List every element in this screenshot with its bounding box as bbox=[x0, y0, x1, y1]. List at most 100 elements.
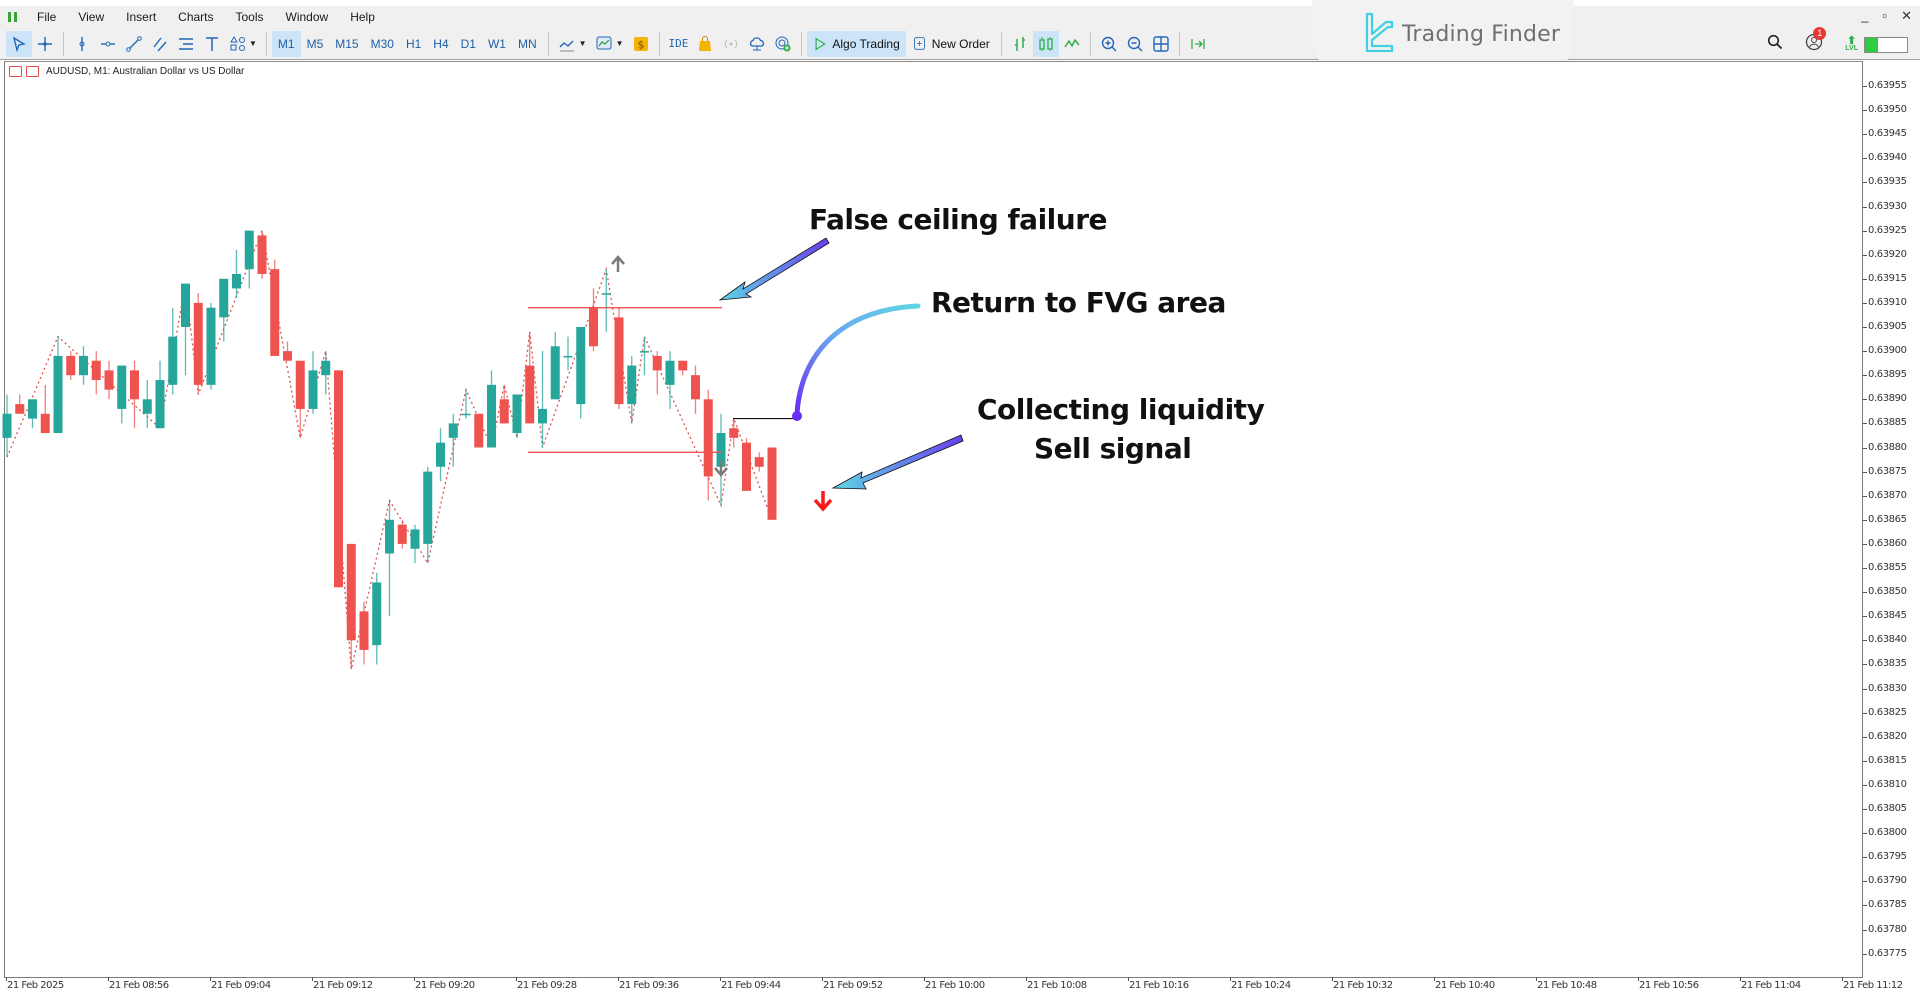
candle-body bbox=[66, 355, 76, 376]
price-label: 0.63830 bbox=[1868, 682, 1907, 694]
bullish-candle bbox=[53, 336, 63, 434]
candle-body bbox=[142, 399, 152, 414]
price-label: 0.63875 bbox=[1868, 465, 1907, 477]
bullish-candle bbox=[512, 394, 522, 438]
bullish-candle bbox=[436, 428, 445, 482]
price-tick bbox=[1863, 158, 1867, 160]
price-tick bbox=[1863, 110, 1867, 112]
time-label: 21 Feb 11:12 bbox=[1843, 980, 1903, 991]
candle-body bbox=[397, 524, 407, 544]
bullish-candle bbox=[181, 283, 190, 376]
price-label: 0.63925 bbox=[1868, 224, 1907, 236]
sell-signal-arrow-icon bbox=[813, 491, 833, 512]
price-tick bbox=[1863, 784, 1867, 786]
bullish-candle bbox=[385, 500, 394, 617]
candle-body bbox=[40, 413, 50, 434]
candle-body bbox=[563, 355, 573, 358]
price-label: 0.63840 bbox=[1868, 634, 1907, 646]
candle-body bbox=[308, 370, 318, 409]
candle-body bbox=[703, 399, 713, 477]
price-label: 0.63810 bbox=[1868, 778, 1907, 790]
candle-body bbox=[678, 360, 688, 371]
candle-body bbox=[219, 278, 229, 318]
price-tick bbox=[1863, 278, 1867, 280]
price-tick bbox=[1863, 302, 1867, 304]
price-label: 0.63895 bbox=[1868, 369, 1907, 381]
candle-body bbox=[91, 360, 101, 381]
bullish-candle bbox=[79, 346, 88, 385]
time-label: 21 Feb 10:32 bbox=[1333, 980, 1393, 991]
bearish-candle bbox=[66, 351, 76, 381]
price-label: 0.63910 bbox=[1868, 296, 1907, 308]
bearish-candle bbox=[346, 543, 356, 670]
bearish-candle bbox=[334, 370, 343, 588]
price-label: 0.63915 bbox=[1868, 272, 1907, 284]
bearish-candle bbox=[729, 418, 739, 448]
price-tick bbox=[1863, 736, 1867, 738]
price-tick bbox=[1863, 833, 1867, 835]
bullish-candle bbox=[716, 413, 726, 506]
bearish-candle bbox=[525, 331, 535, 424]
price-label: 0.63945 bbox=[1868, 128, 1907, 140]
price-tick bbox=[1863, 568, 1867, 569]
candle-body bbox=[487, 384, 496, 448]
candle-body bbox=[117, 365, 127, 409]
bullish-candle bbox=[219, 278, 229, 342]
bullish-candle bbox=[538, 351, 547, 448]
price-label: 0.63905 bbox=[1868, 321, 1907, 332]
candle-body bbox=[665, 360, 675, 385]
time-label: 21 Feb 09:20 bbox=[415, 980, 475, 991]
bearish-candle bbox=[104, 360, 114, 400]
candle-body bbox=[2, 413, 12, 438]
candle-body bbox=[168, 336, 178, 385]
price-label: 0.63845 bbox=[1868, 610, 1907, 622]
annotation-return-fvg: Return to FVG area bbox=[931, 286, 1226, 319]
price-label: 0.63940 bbox=[1868, 152, 1907, 164]
candle-body bbox=[28, 399, 37, 419]
candle-body bbox=[474, 413, 484, 448]
price-tick bbox=[1863, 592, 1867, 594]
bullish-candle bbox=[168, 307, 178, 395]
price-label: 0.63885 bbox=[1868, 417, 1907, 429]
bullish-candle bbox=[550, 331, 560, 400]
bearish-candle bbox=[295, 360, 305, 438]
price-tick bbox=[1863, 375, 1867, 377]
candle-body bbox=[550, 346, 560, 400]
price-label: 0.63920 bbox=[1868, 248, 1907, 260]
time-label: 21 Feb 08:56 bbox=[109, 980, 169, 991]
price-tick bbox=[1863, 206, 1867, 208]
price-tick bbox=[1863, 543, 1867, 545]
price-tick bbox=[1863, 616, 1867, 618]
bullish-candle bbox=[410, 524, 420, 564]
price-label: 0.63790 bbox=[1868, 875, 1907, 887]
price-label: 0.63780 bbox=[1868, 923, 1907, 935]
time-label: 21 Feb 09:36 bbox=[619, 980, 679, 991]
candle-body bbox=[461, 413, 471, 416]
price-label: 0.63935 bbox=[1868, 176, 1907, 188]
breakout-up-arrow-icon bbox=[611, 255, 625, 272]
bearish-candle bbox=[754, 452, 764, 472]
bullish-candle bbox=[372, 572, 382, 665]
bearish-candle bbox=[130, 360, 139, 429]
bearish-candle bbox=[283, 341, 292, 361]
candle-body bbox=[627, 365, 637, 405]
bearish-candle bbox=[270, 259, 280, 356]
candle-body bbox=[538, 408, 547, 424]
price-tick bbox=[1863, 881, 1867, 883]
price-label: 0.63860 bbox=[1868, 537, 1907, 549]
price-tick bbox=[1863, 86, 1867, 87]
candle-body bbox=[767, 447, 777, 520]
time-label: 21 Feb 10:16 bbox=[1129, 980, 1189, 991]
candle-body bbox=[79, 355, 88, 376]
candle-body bbox=[232, 273, 241, 289]
bullish-candle bbox=[142, 380, 152, 429]
candle-body bbox=[295, 360, 305, 409]
price-tick bbox=[1863, 254, 1867, 256]
bullish-candle bbox=[117, 365, 127, 424]
annotation-sell-signal: Sell signal bbox=[1034, 432, 1192, 465]
price-label: 0.63955 bbox=[1868, 80, 1907, 91]
price-label: 0.63835 bbox=[1868, 658, 1907, 670]
bearish-candle bbox=[193, 293, 203, 395]
candle-body bbox=[244, 230, 254, 270]
bullish-candle bbox=[2, 394, 12, 458]
